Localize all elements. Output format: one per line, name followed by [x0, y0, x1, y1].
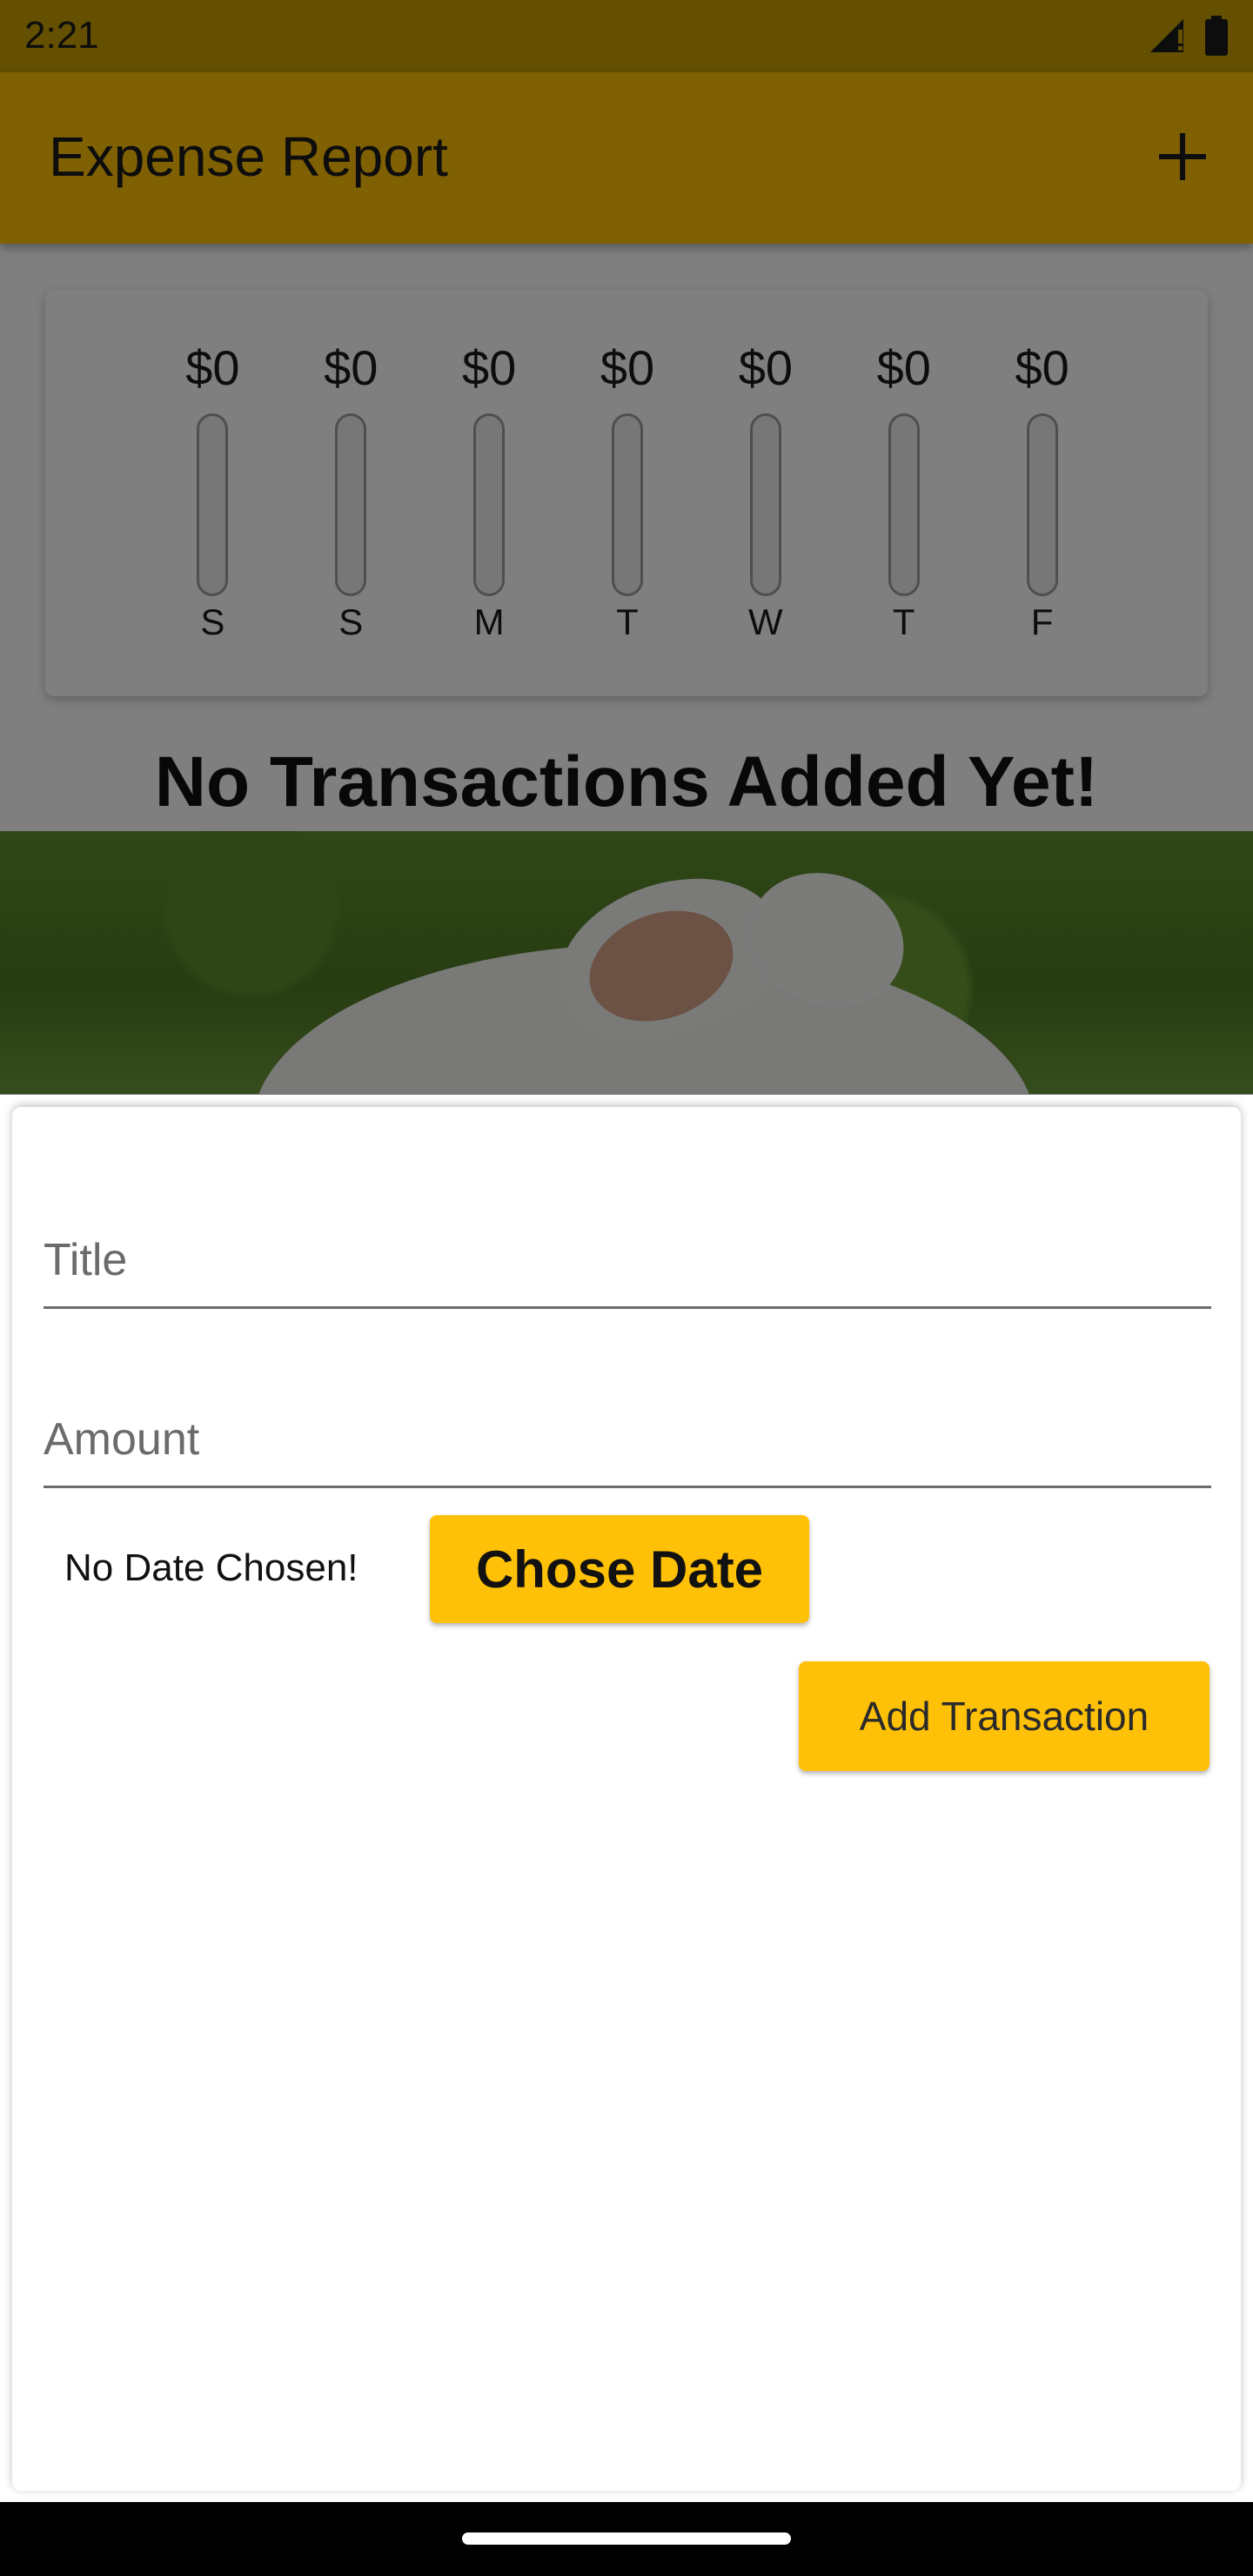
title-input[interactable] — [44, 1178, 1211, 1306]
title-field[interactable] — [44, 1178, 1211, 1309]
new-transaction-sheet — [12, 1107, 1241, 2491]
home-handle[interactable] — [462, 2532, 791, 2545]
amount-field[interactable] — [44, 1358, 1211, 1488]
choose-date-button[interactable]: Chose Date — [430, 1515, 809, 1623]
navigation-bar — [0, 2502, 1253, 2576]
amount-input[interactable] — [44, 1358, 1211, 1486]
app-screen: 2:21 Expense Report $0S$0S$0M$0T$0W$0T$0… — [0, 0, 1253, 2502]
add-transaction-button[interactable]: Add Transaction — [799, 1661, 1209, 1771]
modal-scrim[interactable] — [0, 0, 1253, 1095]
date-status: No Date Chosen! — [64, 1546, 358, 1589]
